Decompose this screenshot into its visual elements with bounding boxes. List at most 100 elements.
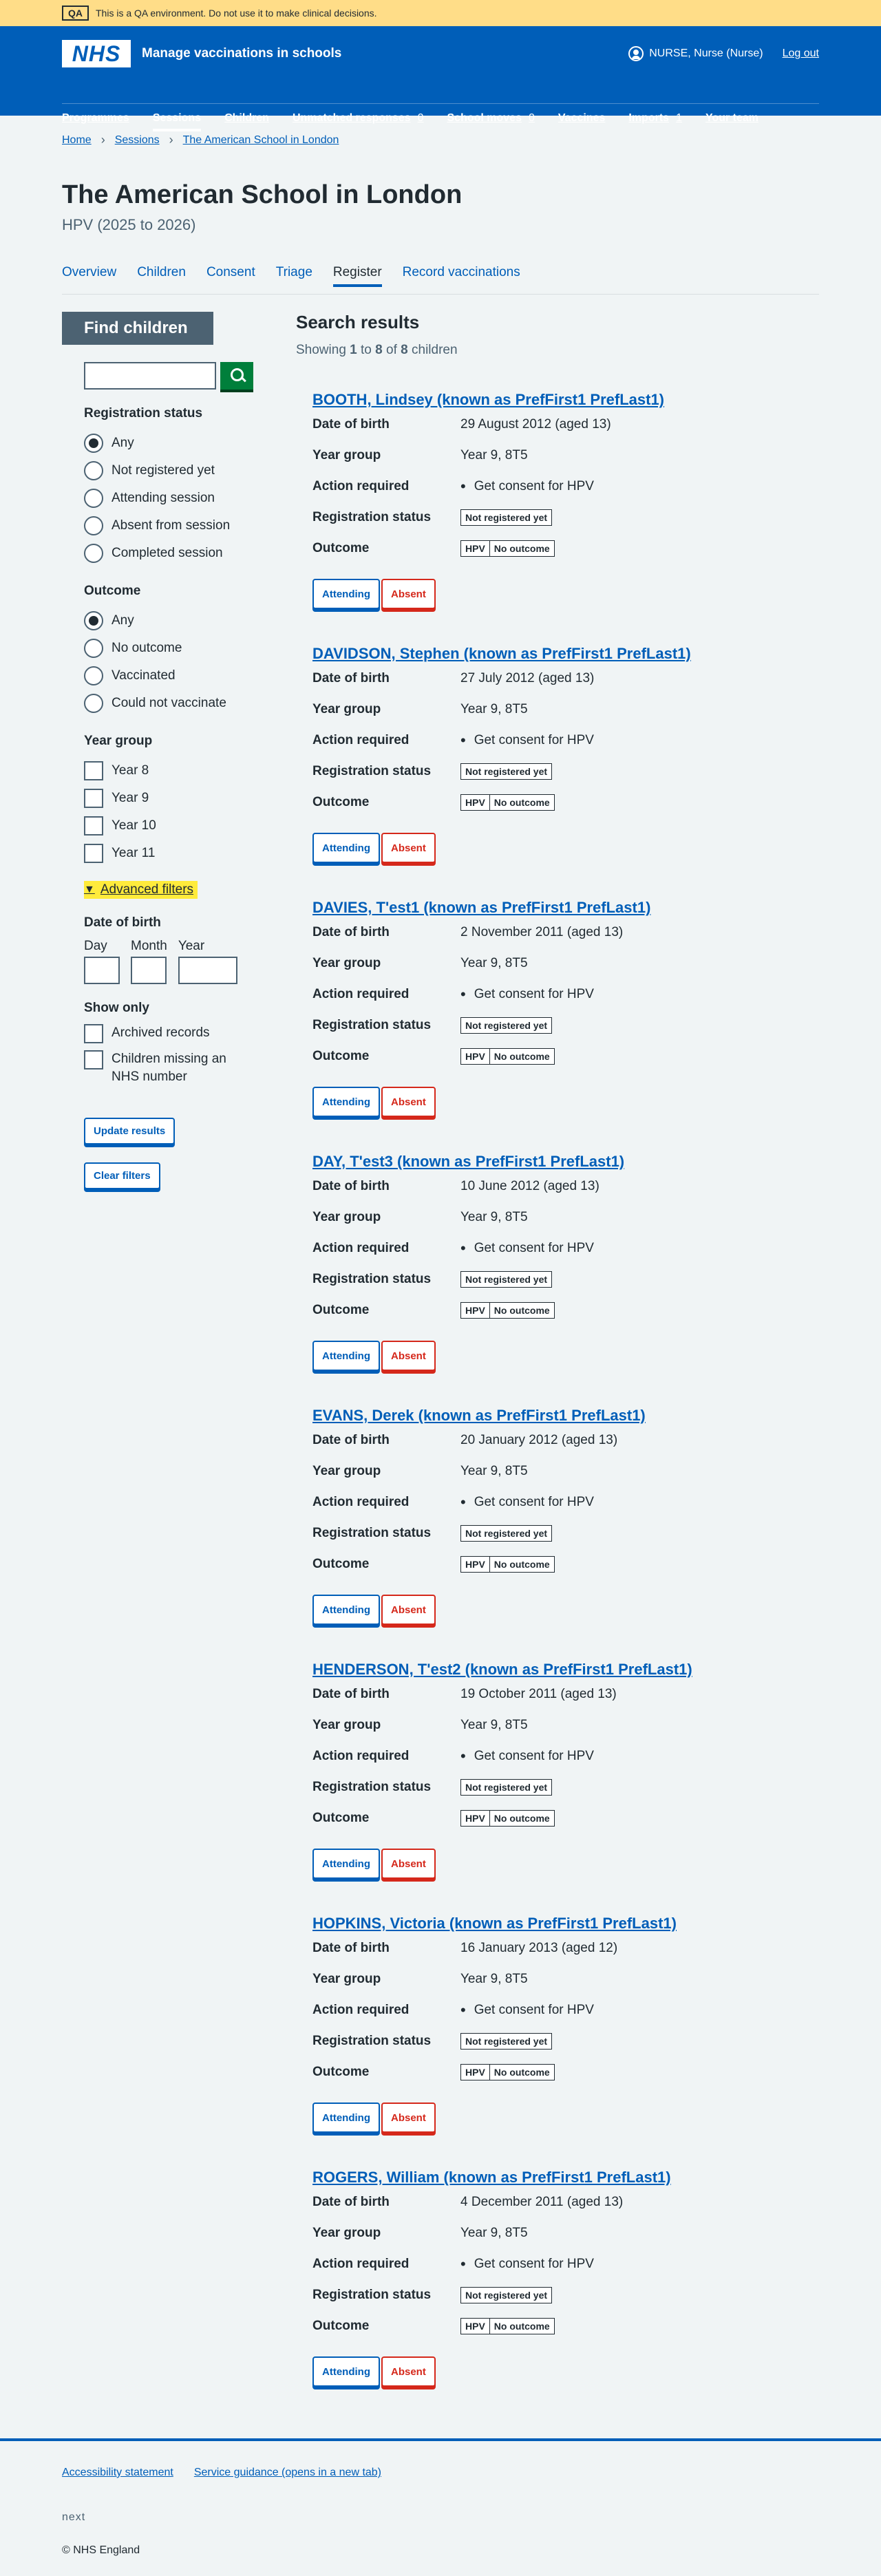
dob-month-input[interactable] (131, 957, 167, 984)
bullet-icon: • (460, 478, 466, 495)
tab-register[interactable]: Register (332, 265, 382, 287)
child-name-link[interactable]: EVANS, Derek (known as PrefFirst1 PrefLa… (312, 1407, 819, 1425)
attending-button[interactable]: Attending (312, 1087, 380, 1117)
accessibility-statement-link[interactable]: Accessibility statement (62, 2467, 173, 2479)
page-title: The American School in London (62, 180, 463, 209)
attending-button[interactable]: Attending (312, 1341, 380, 1371)
tab-consent[interactable]: Consent (206, 265, 255, 287)
radio-outcome-no-outcome[interactable]: No outcome (84, 635, 262, 662)
attending-button[interactable]: Attending (312, 579, 380, 609)
dob-value: 27 July 2012 (aged 13) (460, 670, 595, 685)
action-required-value: Get consent for HPV (474, 2002, 594, 2017)
radio-button[interactable] (84, 461, 103, 480)
radio-button[interactable] (84, 666, 103, 685)
tab-children[interactable]: Children (137, 265, 186, 287)
radio-outcome-could-not-vaccinate[interactable]: Could not vaccinate (84, 690, 262, 717)
tab-triage[interactable]: Triage (276, 265, 312, 287)
checkbox-missing-nhs-number[interactable]: Children missing an NHS number (84, 1050, 262, 1086)
tab-overview[interactable]: Overview (62, 265, 116, 287)
attending-button[interactable]: Attending (312, 1595, 380, 1625)
dob-day-input[interactable] (84, 957, 120, 984)
breadcrumb-school[interactable]: The American School in London (183, 134, 339, 147)
checkbox-year-9[interactable]: Year 9 (84, 785, 262, 812)
radio-registration-any[interactable]: Any (84, 429, 262, 457)
nav-unmatched-responses[interactable]: Unmatched responses 0 (293, 112, 424, 131)
year-group-value: Year 9, 8T5 (460, 447, 528, 462)
child-name-link[interactable]: DAVIDSON, Stephen (known as PrefFirst1 P… (312, 645, 819, 663)
radio-button[interactable] (84, 639, 103, 658)
outcome-status: No outcome (489, 1556, 554, 1572)
logout-link[interactable]: Log out (783, 47, 819, 60)
update-results-button[interactable]: Update results (84, 1118, 176, 1145)
service-name[interactable]: Manage vaccinations in schools (142, 46, 341, 61)
absent-button[interactable]: Absent (381, 1087, 436, 1117)
bullet-icon: • (460, 1239, 466, 1257)
attending-button[interactable]: Attending (312, 833, 380, 863)
absent-button[interactable]: Absent (381, 2103, 436, 2133)
nav-school-moves[interactable]: School moves 0 (447, 112, 535, 131)
attending-button[interactable]: Attending (312, 2356, 380, 2387)
checkbox[interactable] (84, 789, 103, 808)
child-name-link[interactable]: DAVIES, T'est1 (known as PrefFirst1 Pref… (312, 899, 819, 917)
checkbox-year-8[interactable]: Year 8 (84, 757, 262, 785)
radio-button[interactable] (84, 611, 103, 630)
dob-year-input[interactable] (178, 957, 237, 984)
absent-button[interactable]: Absent (381, 1341, 436, 1371)
nav-children[interactable]: Children (224, 112, 269, 131)
search-button[interactable] (220, 362, 253, 390)
breadcrumb-sessions[interactable]: Sessions (115, 134, 160, 147)
advanced-filters-toggle[interactable]: ▼ Advanced filters (84, 881, 198, 899)
search-input[interactable] (84, 362, 216, 390)
radio-outcome-vaccinated[interactable]: Vaccinated (84, 662, 262, 690)
outcome-status: No outcome (489, 1810, 554, 1826)
action-required-value: Get consent for HPV (474, 1240, 594, 1255)
radio-registration-completed[interactable]: Completed session (84, 540, 262, 567)
radio-outcome-any[interactable]: Any (84, 607, 262, 635)
service-guidance-link[interactable]: Service guidance (opens in a new tab) (194, 2467, 381, 2479)
absent-button[interactable]: Absent (381, 579, 436, 609)
absent-button[interactable]: Absent (381, 2356, 436, 2387)
child-card: HENDERSON, T'est2 (known as PrefFirst1 P… (312, 1661, 819, 1881)
checkbox-year-11[interactable]: Year 11 (84, 840, 262, 867)
radio-button[interactable] (84, 694, 103, 713)
radio-registration-absent[interactable]: Absent from session (84, 512, 262, 540)
absent-button[interactable]: Absent (381, 833, 436, 863)
checkbox[interactable] (84, 1024, 103, 1043)
attending-button[interactable]: Attending (312, 2103, 380, 2133)
nav-your-team[interactable]: Your team (705, 112, 758, 131)
nav-programmes[interactable]: Programmes (62, 112, 129, 131)
checkbox-year-10[interactable]: Year 10 (84, 812, 262, 840)
outcome-tag: HPV No outcome (460, 1047, 555, 1065)
checkbox[interactable] (84, 844, 103, 863)
child-name-link[interactable]: HENDERSON, T'est2 (known as PrefFirst1 P… (312, 1661, 819, 1679)
breadcrumb-home[interactable]: Home (62, 134, 92, 147)
nhs-logo[interactable]: NHS (62, 40, 131, 67)
radio-button[interactable] (84, 489, 103, 508)
child-name-link[interactable]: ROGERS, William (known as PrefFirst1 Pre… (312, 2169, 819, 2186)
absent-button[interactable]: Absent (381, 1849, 436, 1879)
nav-imports[interactable]: Imports 1 (628, 112, 682, 131)
checkbox[interactable] (84, 1050, 103, 1069)
dob-value: 2 November 2011 (aged 13) (460, 924, 624, 939)
qa-banner: QA This is a QA environment. Do not use … (0, 0, 881, 26)
outcome-status: No outcome (489, 1302, 554, 1318)
child-name-link[interactable]: BOOTH, Lindsey (known as PrefFirst1 Pref… (312, 391, 819, 409)
radio-button[interactable] (84, 516, 103, 535)
outcome-status: No outcome (489, 1048, 554, 1064)
checkbox[interactable] (84, 761, 103, 780)
checkbox[interactable] (84, 816, 103, 835)
nav-vaccines[interactable]: Vaccines (558, 112, 606, 131)
nav-sessions[interactable]: Sessions (152, 112, 202, 131)
radio-button[interactable] (84, 434, 103, 453)
attending-button[interactable]: Attending (312, 1849, 380, 1879)
clear-filters-button[interactable]: Clear filters (84, 1162, 160, 1189)
absent-button[interactable]: Absent (381, 1595, 436, 1625)
child-name-link[interactable]: DAY, T'est3 (known as PrefFirst1 PrefLas… (312, 1153, 819, 1171)
radio-registration-attending[interactable]: Attending session (84, 485, 262, 512)
child-name-link[interactable]: HOPKINS, Victoria (known as PrefFirst1 P… (312, 1915, 819, 1933)
radio-button[interactable] (84, 544, 103, 563)
radio-registration-not-registered[interactable]: Not registered yet (84, 457, 262, 485)
tab-record-vaccinations[interactable]: Record vaccinations (403, 265, 520, 287)
outcome-label: Outcome (84, 584, 141, 598)
checkbox-archived-records[interactable]: Archived records (84, 1024, 262, 1043)
